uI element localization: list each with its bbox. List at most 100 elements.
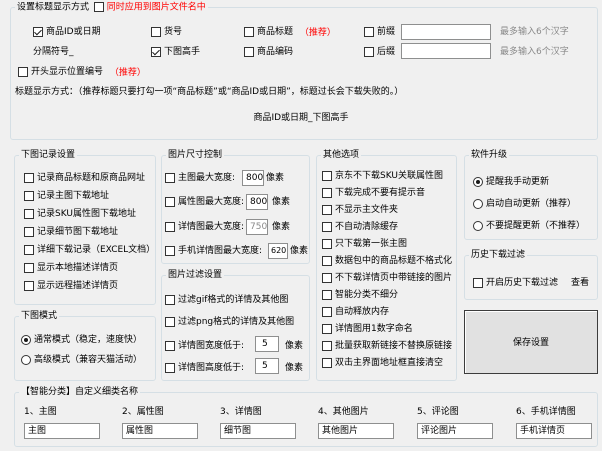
other-option-2[interactable]: 不显示主文件夹 — [322, 204, 398, 217]
other-option-3-checkbox[interactable] — [322, 222, 332, 232]
mode-normal-radio[interactable] — [21, 335, 31, 345]
other-option-3[interactable]: 不自动清除缓存 — [322, 221, 398, 234]
category-input-6[interactable]: 手机详情页 — [516, 423, 592, 439]
other-option-8-checkbox[interactable] — [322, 307, 332, 317]
other-option-10[interactable]: 批量获取新链接不替换原链接 — [322, 340, 452, 353]
other-option-9[interactable]: 详情图用1数字命名 — [322, 323, 413, 336]
upgrade-auto[interactable]: 启动自动更新（推荐） — [473, 198, 576, 211]
filter-png[interactable]: 过滤png格式的详情及其他图 — [165, 316, 294, 329]
show-remote-detail-checkbox[interactable] — [24, 281, 34, 291]
filter-width-input[interactable]: 5 — [255, 336, 279, 352]
option-downloader[interactable]: 下图高手 — [151, 46, 200, 59]
record-detail-image[interactable]: 记录细节图下载地址 — [24, 226, 118, 239]
filter-width-checkbox[interactable] — [165, 341, 175, 351]
record-excel[interactable]: 详细下载记录（EXCEL文档） — [24, 244, 155, 257]
other-option-7-checkbox[interactable] — [322, 290, 332, 300]
show-remote-detail[interactable]: 显示远程描述详情页 — [24, 280, 118, 293]
history-filter-option[interactable]: 开启历史下载过滤 — [473, 277, 558, 290]
position-number-checkbox[interactable] — [18, 67, 28, 77]
other-option-10-checkbox[interactable] — [322, 341, 332, 351]
record-sku-image-checkbox[interactable] — [24, 209, 34, 219]
main-image-width-checkbox[interactable] — [165, 173, 175, 183]
filter-png-checkbox[interactable] — [165, 317, 175, 327]
filter-height-checkbox[interactable] — [165, 363, 175, 373]
other-option-5[interactable]: 数据包中的商品标题不格式化 — [322, 255, 452, 268]
mode-normal[interactable]: 通常模式（稳定，速度快） — [21, 334, 142, 347]
filter-width[interactable]: 详情图宽度低于: — [165, 340, 244, 353]
detail-image-width-checkbox[interactable] — [165, 222, 175, 232]
option-product-id[interactable]: 商品ID或日期 — [33, 26, 101, 39]
record-excel-checkbox[interactable] — [24, 245, 34, 255]
detail-image-width-input[interactable]: 750 — [246, 219, 268, 235]
record-main-image-checkbox[interactable] — [24, 191, 34, 201]
other-option-0[interactable]: 京东不下载SKU关联属性图 — [322, 170, 443, 183]
history-filter-checkbox[interactable] — [473, 278, 483, 288]
option-sku-checkbox[interactable] — [151, 27, 161, 37]
mobile-image-width[interactable]: 手机详情图最大宽度: — [165, 245, 262, 258]
history-view-link[interactable]: 查看 — [571, 277, 589, 289]
show-local-detail-checkbox[interactable] — [24, 263, 34, 273]
upgrade-manual-radio[interactable] — [473, 177, 483, 187]
other-option-11[interactable]: 双击主界面地址框直接清空 — [322, 357, 443, 370]
option-product-id-checkbox[interactable] — [33, 27, 43, 37]
other-option-6[interactable]: 不下载详情页中带链接的图片 — [322, 272, 452, 285]
option-product-code-checkbox[interactable] — [244, 47, 254, 57]
filter-height[interactable]: 详情图高度低于: — [165, 362, 244, 375]
attr-image-width-checkbox[interactable] — [165, 197, 175, 207]
record-title-url-checkbox[interactable] — [24, 173, 34, 183]
other-option-0-checkbox[interactable] — [322, 171, 332, 181]
record-title-url[interactable]: 记录商品标题和原商品网址 — [24, 172, 145, 185]
option-product-code[interactable]: 商品编码 — [244, 46, 293, 59]
detail-image-width[interactable]: 详情图最大宽度: — [165, 221, 244, 234]
option-product-title-checkbox[interactable] — [244, 27, 254, 37]
option-suffix-checkbox[interactable] — [364, 47, 374, 57]
other-option-6-checkbox[interactable] — [322, 273, 332, 283]
mode-advanced[interactable]: 高级模式（兼容天猫活动） — [21, 354, 142, 367]
suffix-input[interactable] — [401, 43, 491, 59]
prefix-input[interactable] — [401, 24, 491, 40]
upgrade-auto-radio[interactable] — [473, 199, 483, 209]
attr-image-width[interactable]: 属性图最大宽度: — [165, 196, 244, 209]
category-input-2[interactable]: 属性图 — [122, 423, 198, 439]
filter-height-input[interactable]: 5 — [255, 358, 279, 374]
option-suffix[interactable]: 后缀 — [364, 46, 395, 59]
upgrade-manual[interactable]: 提醒我手动更新 — [473, 176, 549, 189]
category-input-1[interactable]: 主图 — [24, 423, 100, 439]
mobile-image-width-input[interactable]: 620 — [268, 243, 288, 259]
category-input-3[interactable]: 细节图 — [220, 423, 296, 439]
filter-width-unit: 像素 — [285, 341, 304, 351]
other-option-4-checkbox[interactable] — [322, 239, 332, 249]
position-number-option[interactable]: 开头显示位置编号 （推荐） — [18, 66, 146, 79]
upgrade-never[interactable]: 不要提醒更新（不推荐） — [473, 220, 585, 233]
save-settings-button[interactable]: 保存设置 — [464, 310, 598, 374]
option-product-title[interactable]: 商品标题 （推荐） — [244, 26, 336, 39]
category-input-4[interactable]: 其他图片 — [318, 423, 394, 439]
mobile-image-width-checkbox[interactable] — [165, 246, 175, 256]
other-option-11-checkbox[interactable] — [322, 358, 332, 368]
filter-gif[interactable]: 过滤gif格式的详情及其他图 — [165, 294, 288, 307]
main-image-width-input[interactable]: 800 — [242, 170, 264, 186]
main-image-width[interactable]: 主图最大宽度: — [165, 172, 235, 185]
option-prefix-checkbox[interactable] — [364, 27, 374, 37]
other-option-1[interactable]: 下载完成不要有提示音 — [322, 187, 425, 200]
other-option-4[interactable]: 只下载第一张主图 — [322, 238, 407, 251]
upgrade-never-radio[interactable] — [473, 221, 483, 231]
record-sku-image[interactable]: 记录SKU属性图下载地址 — [24, 208, 136, 221]
record-main-image[interactable]: 记录主图下载地址 — [24, 190, 109, 203]
other-option-5-checkbox[interactable] — [322, 256, 332, 266]
other-option-1-checkbox[interactable] — [322, 188, 332, 198]
option-prefix[interactable]: 前缀 — [364, 26, 395, 39]
mode-advanced-radio[interactable] — [21, 355, 31, 365]
show-local-detail[interactable]: 显示本地描述详情页 — [24, 262, 118, 275]
option-downloader-checkbox[interactable] — [151, 47, 161, 57]
other-option-7[interactable]: 智能分类不细分 — [322, 289, 398, 302]
other-option-8[interactable]: 自动释放内存 — [322, 306, 389, 319]
other-option-9-checkbox[interactable] — [322, 324, 332, 334]
option-sku[interactable]: 货号 — [151, 26, 182, 39]
filter-gif-checkbox[interactable] — [165, 295, 175, 305]
other-option-2-checkbox[interactable] — [322, 205, 332, 215]
sync-filename-checkbox[interactable] — [93, 2, 104, 12]
record-detail-image-checkbox[interactable] — [24, 227, 34, 237]
attr-image-width-input[interactable]: 800 — [246, 194, 268, 210]
category-input-5[interactable]: 评论图片 — [417, 423, 493, 439]
